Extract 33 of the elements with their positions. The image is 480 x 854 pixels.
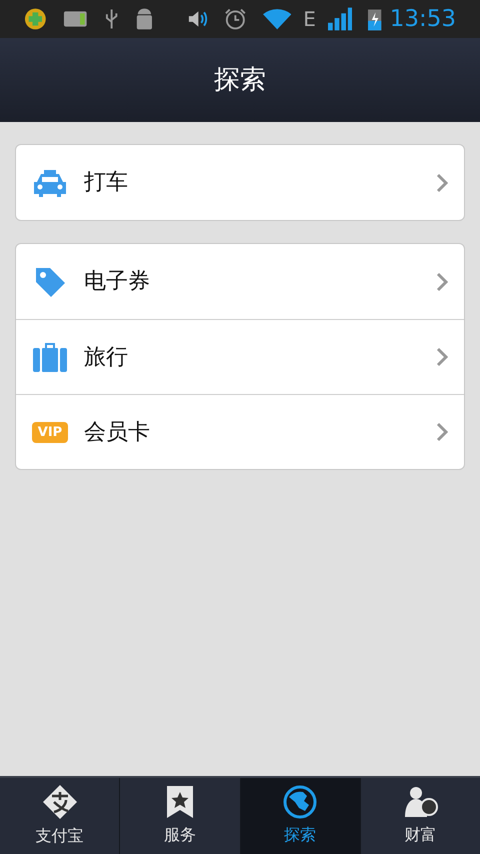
chevron-right-icon — [436, 272, 448, 292]
tab[interactable]: 财富 — [360, 778, 480, 854]
network-type: E — [303, 6, 316, 33]
clock-time: 13:53 — [390, 4, 456, 34]
alarm-clock-icon — [224, 7, 247, 31]
diamond-icon — [40, 784, 79, 820]
page-title: 探索 — [214, 64, 266, 96]
chevron-right-icon — [436, 422, 448, 442]
signal-icon — [328, 7, 352, 31]
vip-badge: VIP — [32, 422, 68, 442]
menu-label: 会员卡 — [84, 418, 151, 446]
tab[interactable]: 服务 — [119, 778, 240, 854]
menu-item[interactable]: VIP 会员卡 — [16, 394, 464, 469]
chevron-right-icon — [436, 347, 448, 367]
shield-plus-icon — [24, 7, 47, 31]
tab[interactable]: 探索 — [240, 778, 360, 854]
globe-icon — [283, 785, 318, 819]
menu-label: 电子券 — [84, 268, 151, 296]
car-icon — [32, 168, 68, 198]
speaker-icon — [187, 9, 208, 29]
bookmark-star-icon — [166, 785, 194, 819]
menu-item[interactable]: 打车 — [16, 145, 464, 220]
chevron-right-icon — [436, 172, 448, 192]
menu-item[interactable]: 电子券 — [16, 244, 464, 319]
suitcase-icon — [32, 341, 68, 373]
menu-label: 旅行 — [84, 344, 129, 372]
menu-label: 打车 — [84, 169, 129, 197]
wifi-icon — [262, 8, 292, 30]
menu-item[interactable]: 旅行 — [16, 319, 464, 394]
battery-meter-icon — [62, 10, 90, 28]
charging-battery-icon — [368, 7, 382, 31]
tab[interactable]: 支付宝 — [0, 778, 120, 854]
usb-icon — [105, 8, 118, 30]
